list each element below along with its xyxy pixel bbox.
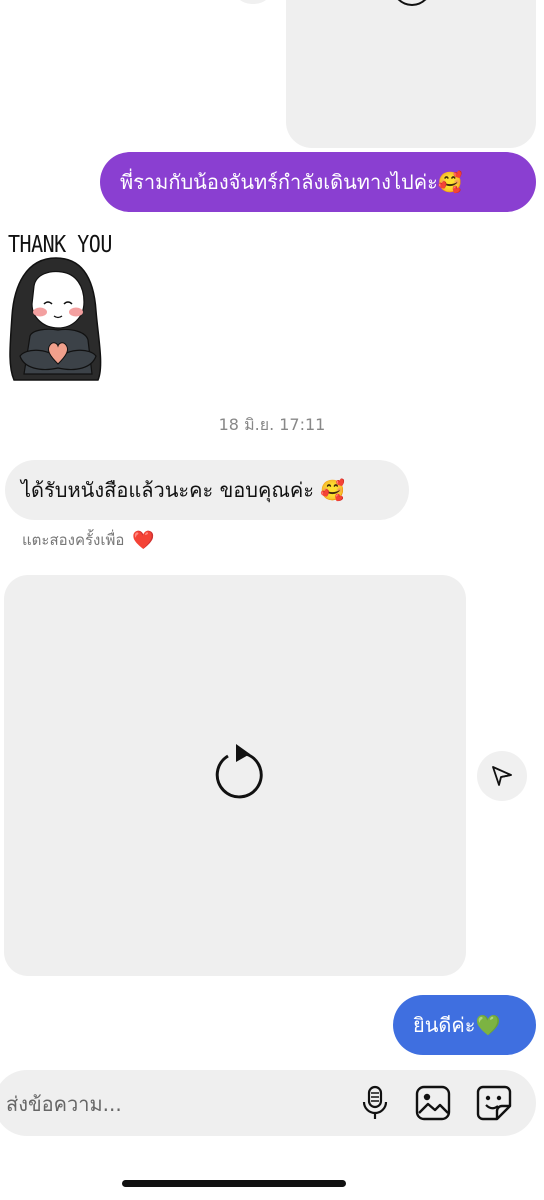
thank-you-sticker[interactable] [6,228,110,384]
double-tap-like-hint: แตะสองครั้งเพื่อ ❤️ [22,528,155,552]
send-icon [492,766,512,786]
message-timestamp: 18 มิ.ย. 17:11 [218,415,326,434]
gallery-button[interactable] [413,1083,453,1123]
shared-media-placeholder[interactable] [286,0,536,148]
sticker-icon [476,1085,512,1121]
hint-text: แตะสองครั้งเพื่อ [22,531,125,549]
reload-icon[interactable] [206,742,264,802]
message-text: พี่รามกับน้องจันทร์กำลังเดินทางไปค่ะ🥰 [120,170,463,194]
heart-icon: ❤️ [132,529,155,551]
gallery-icon [415,1085,451,1121]
sent-message-bubble[interactable]: ยินดีค่ะ💚 [393,995,536,1055]
sticker-button[interactable] [474,1083,514,1123]
message-text: ยินดีค่ะ💚 [413,1013,501,1037]
message-text: ได้รับหนังสือแล้วนะคะ ขอบคุณค่ะ 🥰 [21,478,346,502]
microphone-button[interactable] [355,1083,395,1123]
home-indicator[interactable] [122,1180,346,1187]
share-button[interactable] [477,751,527,801]
received-message-bubble[interactable]: ได้รับหนังสือแล้วนะคะ ขอบคุณค่ะ 🥰 [5,460,409,520]
message-input[interactable] [4,1085,308,1123]
media-action-button[interactable] [232,0,274,4]
sent-message-bubble[interactable]: พี่รามกับน้องจันทร์กำลังเดินทางไปค่ะ🥰 [100,152,536,212]
microphone-icon [362,1085,388,1119]
